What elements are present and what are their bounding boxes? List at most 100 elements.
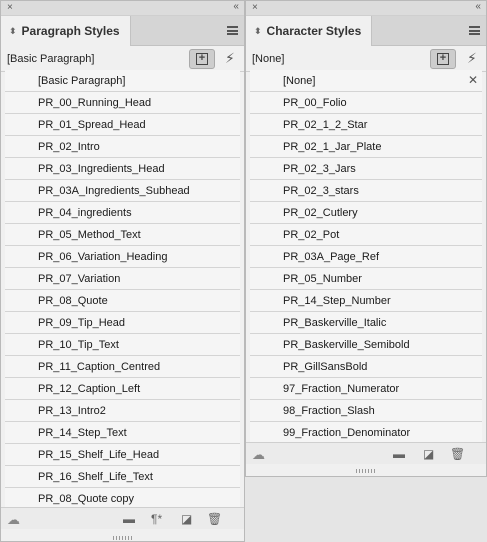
clear-character-style-icon[interactable]: ✕ — [468, 73, 478, 87]
style-name: PR_02_1_2_Star — [283, 119, 368, 131]
style-list-item[interactable]: [None] ✕ — [250, 70, 482, 92]
current-style-bar: [Basic Paragraph] + ⚡ — [1, 46, 244, 72]
delete-style-icon[interactable]: 🗑 — [450, 447, 465, 461]
style-name: PR_02_Intro — [38, 141, 100, 153]
updown-arrows-icon: ⬍ — [9, 26, 17, 36]
collapse-panel-icon[interactable]: ‹‹ — [475, 1, 481, 13]
collapse-panel-icon[interactable]: ‹‹ — [233, 1, 239, 13]
new-group-folder-icon[interactable]: ▬ — [393, 447, 405, 461]
style-list-item[interactable]: PR_02_1_2_Star — [250, 114, 482, 136]
style-list-item[interactable]: PR_02_Intro — [5, 136, 240, 158]
style-name: PR_03_Ingredients_Head — [38, 163, 165, 175]
character-style-list: [None] ✕ PR_00_Folio PR_02_1_2_Star PR_02_1_… — [250, 70, 482, 444]
style-list-item[interactable]: PR_02_Cutlery — [250, 202, 482, 224]
style-list-item[interactable]: PR_09_Tip_Head — [5, 312, 240, 334]
style-name: PR_14_Step_Text — [38, 427, 127, 439]
cloud-library-icon[interactable]: ☁ — [252, 447, 265, 463]
style-list-item[interactable]: PR_04_ingredients — [5, 202, 240, 224]
style-list-item[interactable]: PR_Baskerville_Italic — [250, 312, 482, 334]
style-list-item[interactable]: PR_03A_Page_Ref — [250, 246, 482, 268]
style-list-item[interactable]: PR_14_Step_Number — [250, 290, 482, 312]
style-name: PR_04_ingredients — [38, 207, 132, 219]
style-list-item[interactable]: PR_02_Pot — [250, 224, 482, 246]
style-list-item[interactable]: 99_Fraction_Denominator — [250, 422, 482, 444]
style-list-item[interactable]: 98_Fraction_Slash — [250, 400, 482, 422]
style-list-item[interactable]: PR_10_Tip_Text — [5, 334, 240, 356]
style-list-item[interactable]: PR_Baskerville_Semibold — [250, 334, 482, 356]
panel-menu-icon[interactable] — [227, 26, 238, 35]
style-name: PR_11_Caption_Centred — [38, 361, 161, 373]
style-list-item[interactable]: PR_00_Folio — [250, 92, 482, 114]
panel-top-strip: × ‹‹ — [1, 1, 244, 16]
updown-arrows-icon: ⬍ — [254, 26, 262, 36]
close-panel-icon[interactable]: × — [252, 2, 258, 14]
cloud-library-icon[interactable]: ☁ — [7, 512, 20, 528]
tab-character-styles[interactable]: ⬍ Character Styles — [246, 16, 373, 46]
style-name: PR_05_Method_Text — [38, 229, 141, 241]
style-list-item[interactable]: PR_02_3_stars — [250, 180, 482, 202]
style-list-item[interactable]: PR_03_Ingredients_Head — [5, 158, 240, 180]
create-new-style-icon[interactable]: ◪ — [423, 447, 434, 461]
style-name: 97_Fraction_Numerator — [283, 383, 400, 395]
style-name: 98_Fraction_Slash — [283, 405, 375, 417]
style-name: PR_05_Number — [283, 273, 362, 285]
delete-style-icon[interactable]: 🗑 — [207, 512, 222, 526]
tab-paragraph-styles[interactable]: ⬍ Paragraph Styles — [1, 16, 131, 46]
style-name: PR_07_Variation — [38, 273, 121, 285]
style-list-item[interactable]: PR_11_Caption_Centred — [5, 356, 240, 378]
style-list-item[interactable]: PR_02_3_Jars — [250, 158, 482, 180]
style-name: PR_12_Caption_Left — [38, 383, 141, 395]
character-styles-panel: × ‹‹ ⬍ Character Styles [None] + ⚡ [None… — [245, 0, 487, 477]
tab-label: Character Styles — [266, 24, 362, 38]
style-name: PR_02_Cutlery — [283, 207, 358, 219]
quick-apply-icon[interactable]: ⚡ — [225, 50, 235, 67]
current-style-label: [None] — [252, 53, 285, 65]
style-list-item[interactable]: PR_06_Variation_Heading — [5, 246, 240, 268]
style-list-item[interactable]: PR_02_1_Jar_Plate — [250, 136, 482, 158]
current-style-bar: [None] + ⚡ — [246, 46, 486, 72]
style-list-item[interactable]: PR_03A_Ingredients_Subhead — [5, 180, 240, 202]
style-name: PR_02_1_Jar_Plate — [283, 141, 382, 153]
style-list-item[interactable]: PR_GillSansBold — [250, 356, 482, 378]
create-new-style-group-button[interactable]: + — [430, 49, 456, 69]
style-list-item[interactable]: PR_05_Number — [250, 268, 482, 290]
close-panel-icon[interactable]: × — [7, 2, 13, 14]
style-list-item[interactable]: PR_16_Shelf_Life_Text — [5, 466, 240, 488]
panel-menu-icon[interactable] — [469, 26, 480, 35]
style-name: PR_08_Quote copy — [38, 493, 135, 505]
style-list-item[interactable]: 97_Fraction_Numerator — [250, 378, 482, 400]
paragraph-style-list: [Basic Paragraph] PR_00_Running_Head PR_01… — [5, 70, 240, 510]
style-list-item[interactable]: [Basic Paragraph] — [5, 70, 240, 92]
panel-footer: ☁ ▬ ¶* ◪ 🗑 — [1, 507, 244, 540]
style-name: [Basic Paragraph] — [38, 75, 126, 87]
paragraph-styles-panel: × ‹‹ ⬍ Paragraph Styles [Basic Paragraph… — [0, 0, 245, 542]
create-new-style-group-button[interactable]: + — [189, 49, 215, 69]
new-group-folder-icon[interactable]: ▬ — [123, 512, 135, 526]
clear-overrides-icon[interactable]: ¶* — [151, 512, 162, 526]
create-new-style-icon[interactable]: ◪ — [181, 512, 192, 526]
plus-box-icon: + — [437, 53, 449, 65]
style-name: PR_02_3_Jars — [283, 163, 356, 175]
style-name: PR_02_Pot — [283, 229, 340, 241]
resize-grip[interactable] — [356, 469, 376, 473]
style-list-item[interactable]: PR_13_Intro2 — [5, 400, 240, 422]
style-list-item[interactable]: PR_08_Quote — [5, 290, 240, 312]
style-name: PR_13_Intro2 — [38, 405, 106, 417]
style-list-item[interactable]: PR_01_Spread_Head — [5, 114, 240, 136]
style-list-item[interactable]: PR_14_Step_Text — [5, 422, 240, 444]
style-list-item[interactable]: PR_15_Shelf_Life_Head — [5, 444, 240, 466]
style-name: PR_Baskerville_Italic — [283, 317, 387, 329]
style-name: PR_10_Tip_Text — [38, 339, 119, 351]
style-name: [None] — [283, 75, 316, 87]
style-list-item[interactable]: PR_05_Method_Text — [5, 224, 240, 246]
style-name: PR_14_Step_Number — [283, 295, 391, 307]
panel-footer: ☁ ▬ ◪ 🗑 — [246, 442, 486, 473]
style-list-item[interactable]: PR_12_Caption_Left — [5, 378, 240, 400]
panel-tab-row: ⬍ Character Styles — [246, 16, 486, 46]
panel-tab-row: ⬍ Paragraph Styles — [1, 16, 244, 46]
quick-apply-icon[interactable]: ⚡ — [467, 50, 477, 67]
style-list-item[interactable]: PR_00_Running_Head — [5, 92, 240, 114]
style-name: PR_01_Spread_Head — [38, 119, 146, 131]
resize-grip[interactable] — [112, 536, 133, 540]
style-list-item[interactable]: PR_07_Variation — [5, 268, 240, 290]
